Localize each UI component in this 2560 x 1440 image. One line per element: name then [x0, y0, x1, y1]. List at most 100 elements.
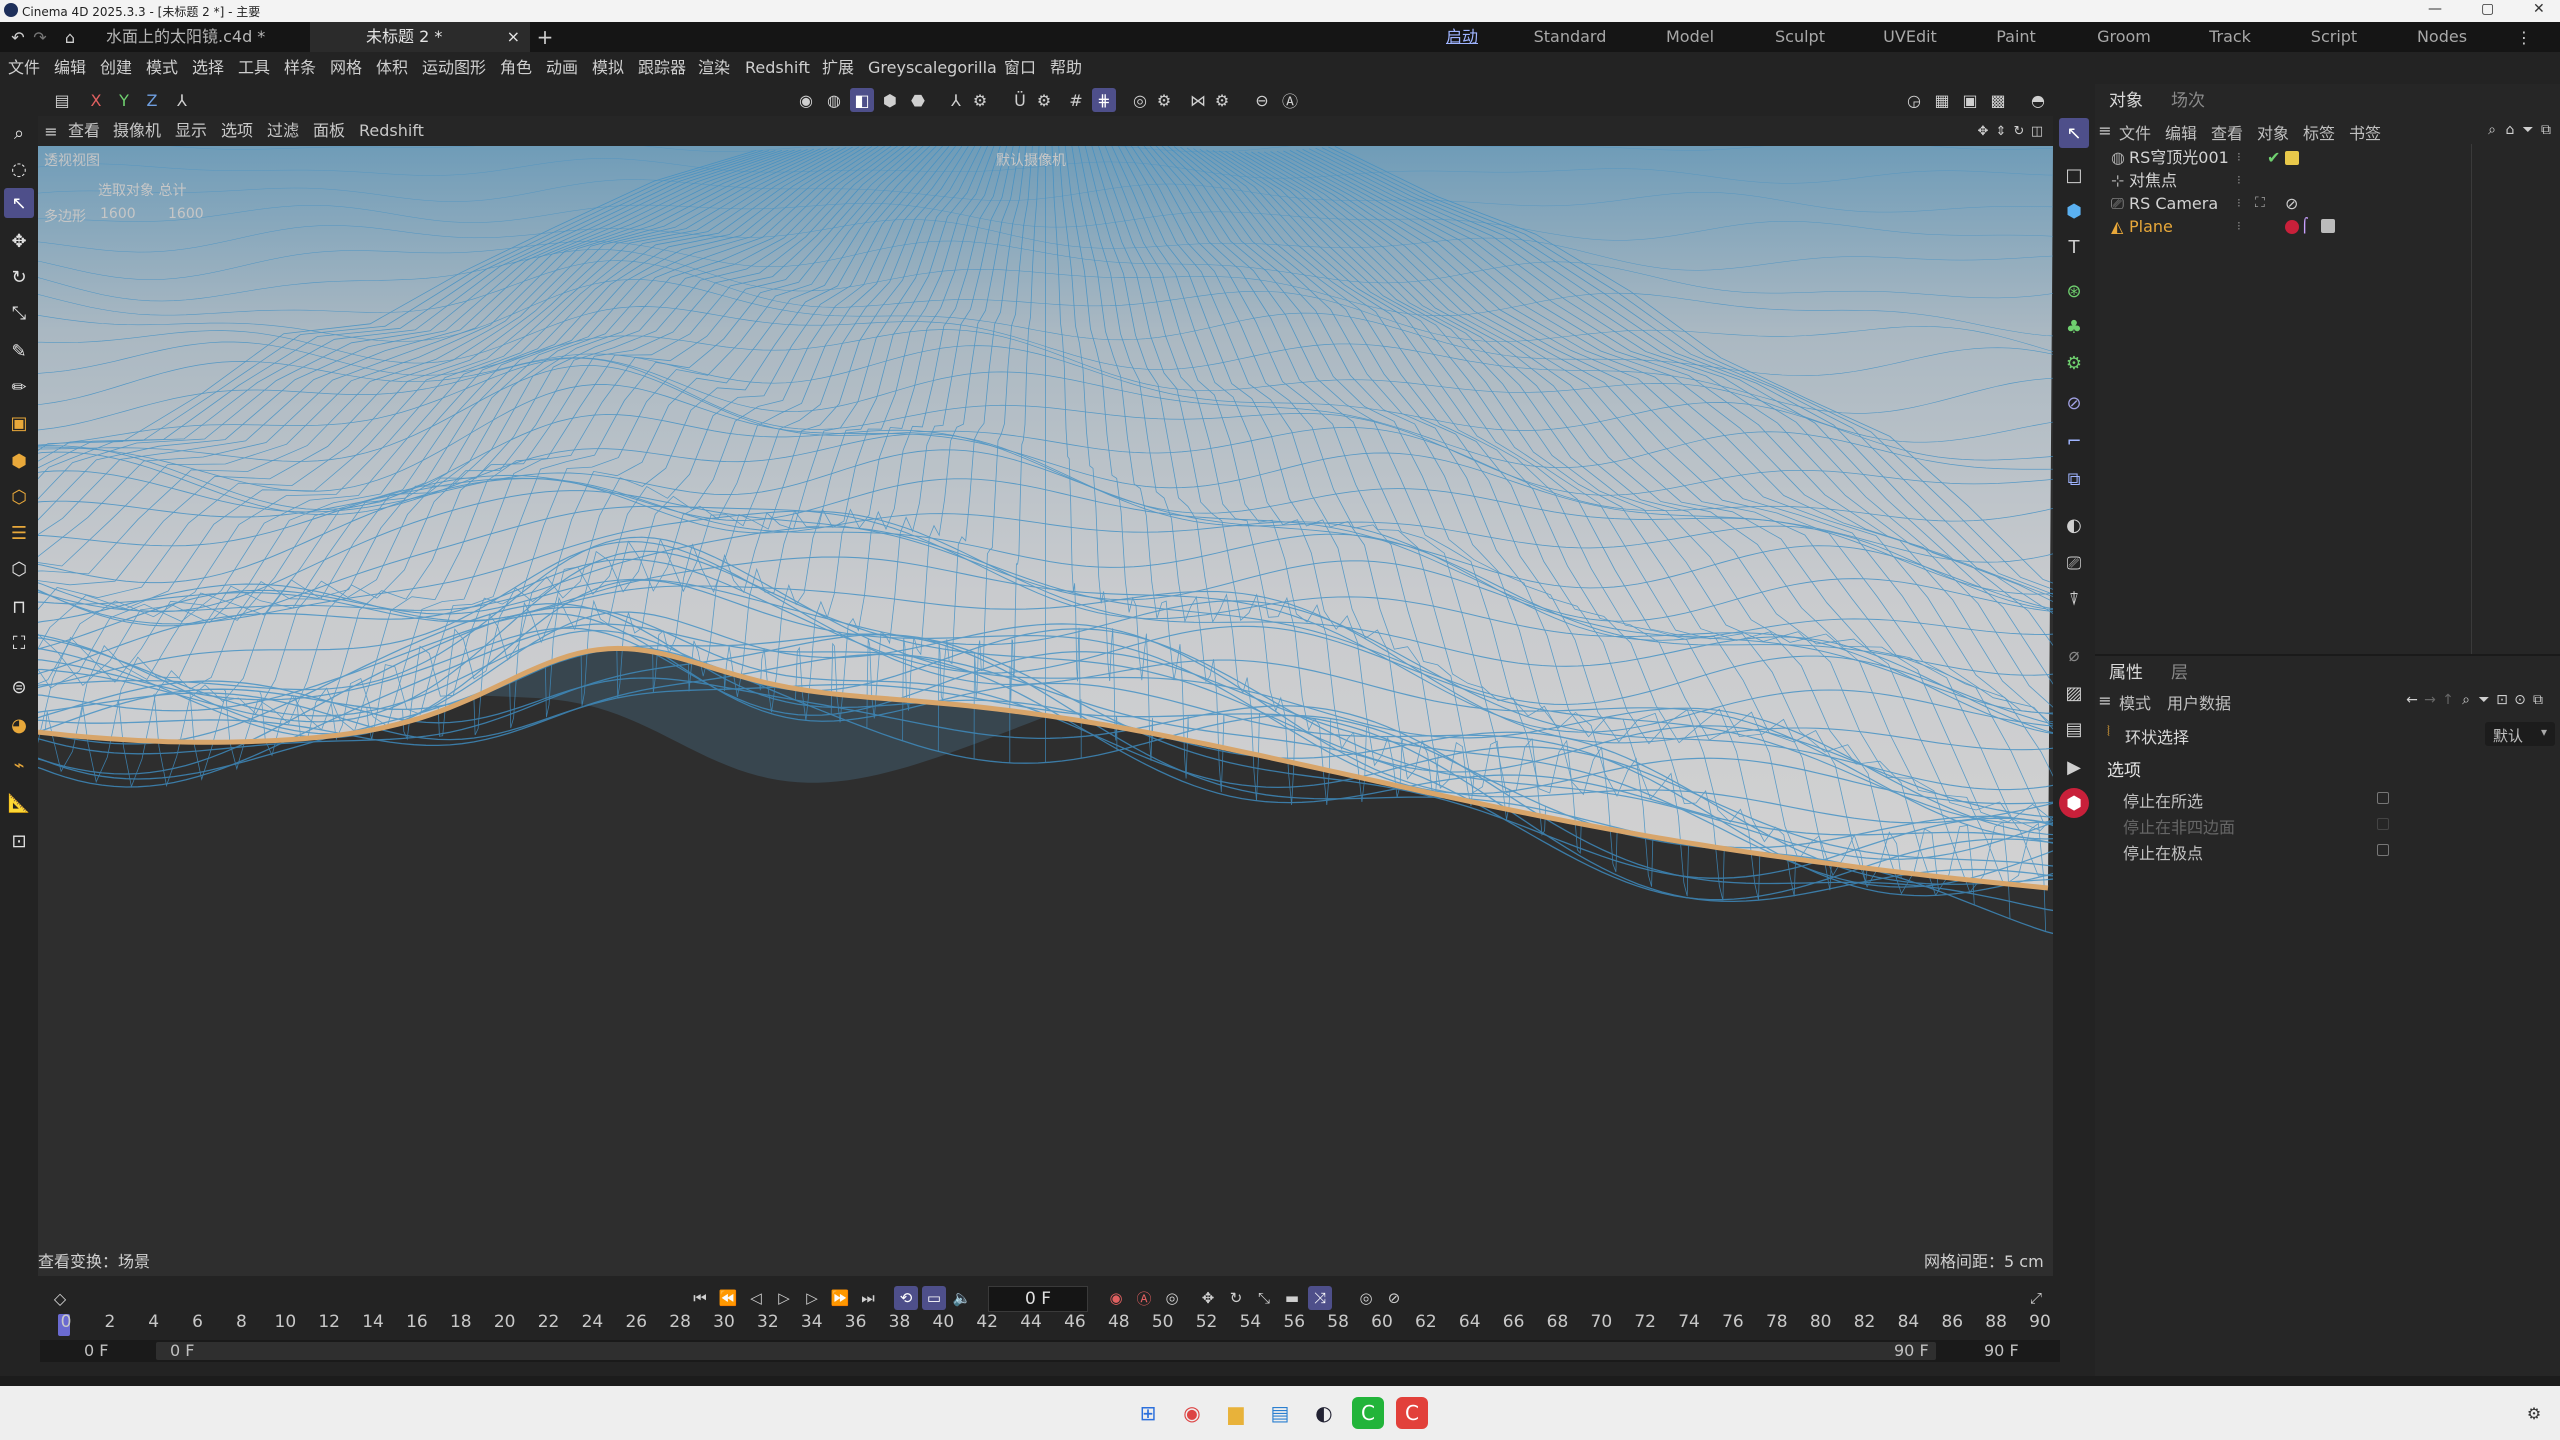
play-render-icon[interactable]: ▶	[2059, 752, 2089, 782]
visibility-dots-icon[interactable]: ⁝	[2237, 169, 2241, 192]
cinema4d-taskbar-icon[interactable]: ◐	[1308, 1397, 1340, 1429]
wechat-icon[interactable]: C	[1352, 1397, 1384, 1429]
points-mode-icon[interactable]: ◉	[794, 88, 818, 112]
brush-icon[interactable]: ⌁	[4, 750, 34, 780]
file-explorer-icon[interactable]: ▆	[1220, 1397, 1252, 1429]
layout-tab-model[interactable]: Model	[1640, 22, 1740, 52]
vp-menu-cameras[interactable]: 摄像机	[113, 116, 161, 146]
effector-icon[interactable]: ⊜	[4, 672, 34, 702]
symmetry-icon[interactable]: ⋈	[1186, 88, 1210, 112]
menu-help[interactable]: 帮助	[1050, 52, 1082, 84]
material-tag-icon[interactable]	[2285, 220, 2299, 234]
doc-tab-2[interactable]: 未标题 2 * ×	[310, 22, 530, 52]
model-mode-icon[interactable]: ⬢	[878, 88, 902, 112]
axis-settings-icon[interactable]: ⚙	[968, 88, 992, 112]
timeline-ruler[interactable]: 0 2 4 6 8 10 12 14 16 18 20 22 24 26 28 30 32 34 36 38 40 42 4…	[0, 1276, 2095, 1346]
camera-icon[interactable]: ⎚	[2059, 548, 2089, 578]
obj-menu-object[interactable]: 对象	[2257, 120, 2289, 144]
protection-tag-icon[interactable]: ⊘	[2285, 192, 2298, 215]
layout-tab-uvedit[interactable]: UVEdit	[1860, 22, 1960, 52]
viewport-layout-icon[interactable]: ◫	[2028, 121, 2046, 141]
menu-mograph[interactable]: 运动图形	[422, 52, 486, 84]
rs-tag-icon[interactable]	[2285, 151, 2299, 165]
render-settings-icon[interactable]: ▩	[1986, 88, 2010, 112]
menu-file[interactable]: 文件	[8, 52, 40, 84]
axis-mode-icon[interactable]: ⅄	[944, 88, 968, 112]
visibility-dots-icon[interactable]: ⁝	[2237, 215, 2241, 238]
vp-menu-options[interactable]: 选项	[221, 116, 253, 146]
camera-object-icon[interactable]: ⛶	[4, 628, 34, 658]
soft-settings-icon[interactable]: ⚙	[1032, 88, 1056, 112]
move-tool-icon[interactable]: ✥	[4, 226, 34, 256]
deformer-stack-icon[interactable]: ☰	[4, 518, 34, 548]
object-row-dome-light[interactable]: ◍ RS穹顶光001 ⁝ ✔	[2095, 146, 2560, 169]
tray-icon[interactable]: ⚙	[2518, 1397, 2550, 1429]
search-icon[interactable]: ⌕	[2483, 120, 2501, 140]
camera-tag-icon[interactable]: ⛶	[2255, 192, 2265, 215]
forward-arrow-icon[interactable]: →	[2421, 690, 2439, 710]
field-object-icon[interactable]: ⬡	[4, 554, 34, 584]
menu-select[interactable]: 选择	[192, 52, 224, 84]
menu-animate[interactable]: 动画	[546, 52, 578, 84]
material-icon[interactable]: ◕	[4, 710, 34, 740]
layout-tab-startup[interactable]: 启动	[1432, 22, 1492, 52]
menu-mesh[interactable]: 网格	[330, 52, 362, 84]
filter-icon[interactable]: ⏷	[2519, 120, 2537, 140]
menu-tracker[interactable]: 跟踪器	[638, 52, 686, 84]
new-window-icon[interactable]: ⧉	[2529, 690, 2547, 710]
render-queue-icon[interactable]: ▤	[2059, 714, 2089, 744]
volume-icon[interactable]: ⧉	[2059, 464, 2089, 494]
attr-menu-icon[interactable]: ≡	[2095, 688, 2115, 712]
obj-menu-bookmarks[interactable]: 书签	[2349, 120, 2381, 144]
menu-simulate[interactable]: 模拟	[592, 52, 624, 84]
close-tab-icon[interactable]: ×	[507, 22, 520, 52]
chrome-icon[interactable]: ◉	[1176, 1397, 1208, 1429]
snap-icon[interactable]: #	[1064, 88, 1088, 112]
maximize-button[interactable]: ▢	[2481, 1, 2494, 17]
selection-filter-icon[interactable]: ↖	[2059, 118, 2089, 148]
camera-name-label[interactable]: 默认摄像机	[996, 150, 1066, 170]
start-frame-field[interactable]: 0 F	[84, 1341, 108, 1360]
plane-object-icon[interactable]: ▣	[4, 408, 34, 438]
layout-tab-standard[interactable]: Standard	[1520, 22, 1620, 52]
option-stop-at-pole-checkbox[interactable]	[2377, 844, 2389, 856]
menu-window[interactable]: 窗口	[1004, 52, 1036, 84]
enabled-check-icon[interactable]: ✔	[2267, 146, 2280, 169]
preset-dropdown[interactable]: 默认 ▾	[2485, 722, 2555, 746]
view-name-label[interactable]: 透视视图	[44, 150, 100, 170]
new-window-icon[interactable]: ⧉	[2537, 120, 2555, 140]
edges-mode-icon[interactable]: ◍	[822, 88, 846, 112]
image-viewer-icon[interactable]: ▨	[2059, 678, 2089, 708]
vp-menu-panel[interactable]: 面板	[313, 116, 345, 146]
minimize-button[interactable]: —	[2428, 1, 2442, 17]
menu-character[interactable]: 角色	[500, 52, 532, 84]
visibility-dots-icon[interactable]: ⁝	[2237, 146, 2241, 169]
menu-redshift[interactable]: Redshift	[745, 52, 810, 84]
auto-key-icon[interactable]: Ⓐ	[1278, 88, 1302, 112]
object-row-focus[interactable]: ⊹ 对焦点 ⁝	[2095, 169, 2560, 192]
lock-icon[interactable]: ⊡	[2493, 690, 2511, 710]
preview-start-field[interactable]: 0 F	[170, 1341, 194, 1360]
soft-selection-icon[interactable]: Ü	[1008, 88, 1032, 112]
3d-viewport[interactable]: 透视视图 默认摄像机 选取对象 总计 多边形 1600 1600 查看变换：场景…	[38, 146, 2053, 1276]
viewport-menu-icon[interactable]: ≡	[40, 120, 62, 142]
doc-tab-1[interactable]: 水面上的太阳镜.c4d *	[96, 22, 275, 52]
redo-icon[interactable]: ↷	[30, 27, 50, 47]
texture-mode-icon[interactable]: ⬣	[906, 88, 930, 112]
sketch-tool-icon[interactable]: ✏	[4, 372, 34, 402]
render-region-icon[interactable]: ◶	[1902, 88, 1926, 112]
workplane-icon[interactable]: ◎	[1128, 88, 1152, 112]
menu-tools[interactable]: 工具	[238, 52, 270, 84]
undo-icon[interactable]: ↶	[8, 27, 28, 47]
layout-tab-paint[interactable]: Paint	[1966, 22, 2066, 52]
redshift-rv-icon[interactable]: ◓	[2026, 88, 2050, 112]
rs-light-icon[interactable]: ⍒	[2059, 584, 2089, 614]
text-tool-icon[interactable]: T	[2059, 232, 2089, 262]
layout-tab-nodes[interactable]: Nodes	[2392, 22, 2492, 52]
preview-range-slider[interactable]	[156, 1342, 1936, 1360]
rotate-tool-icon[interactable]: ↻	[4, 262, 34, 292]
attr-menu-userdata[interactable]: 用户数据	[2167, 690, 2231, 714]
measure-icon[interactable]: 📐	[4, 788, 34, 818]
menu-extensions[interactable]: 扩展	[822, 52, 854, 84]
filter-icon[interactable]: ⏷	[2475, 690, 2493, 710]
